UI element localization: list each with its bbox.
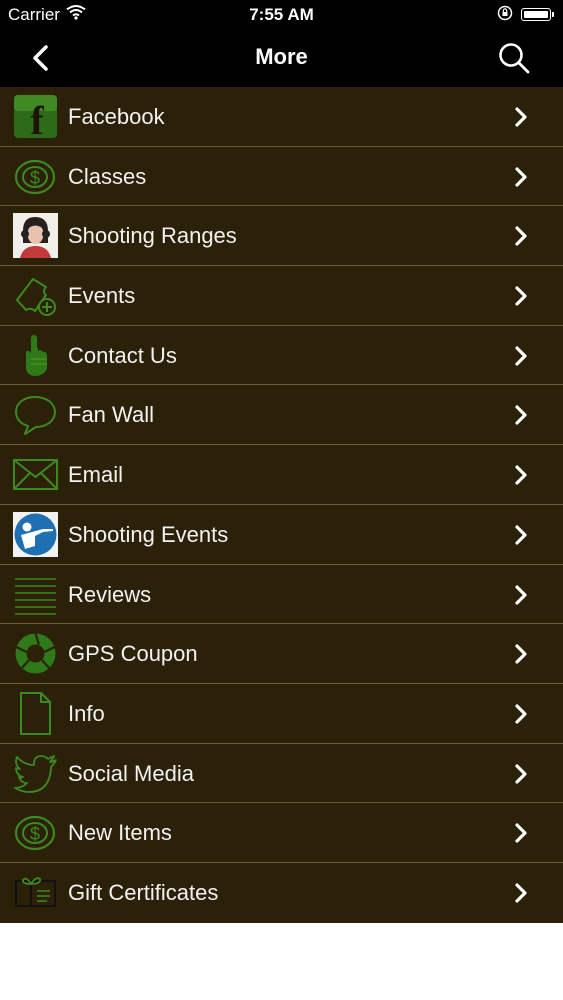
menu-item-events[interactable]: Events [0, 266, 563, 326]
svg-text:f: f [30, 98, 44, 139]
menu-item-shooting-events[interactable]: Shooting Events [0, 505, 563, 565]
chevron-right-icon [515, 226, 527, 246]
menu-item-label: New Items [68, 820, 172, 846]
menu-item-gift-certificates[interactable]: Gift Certificates [0, 863, 563, 923]
menu-item-new-items[interactable]: $ New Items [0, 803, 563, 863]
menu-item-label: GPS Coupon [68, 641, 198, 667]
menu-item-facebook[interactable]: f Facebook [0, 87, 563, 147]
chevron-right-icon [515, 465, 527, 485]
menu-item-label: Classes [68, 163, 147, 189]
menu-item-label: Social Media [68, 760, 194, 786]
document-icon [20, 691, 51, 735]
chevron-right-icon [515, 525, 527, 545]
ticket-add-icon [16, 278, 56, 317]
menu-item-classes[interactable]: $ Classes [0, 147, 563, 207]
dollar-coin-icon: $ [14, 816, 56, 851]
dollar-coin-icon: $ [14, 159, 56, 194]
chevron-right-icon [515, 763, 527, 784]
facebook-icon: f [14, 95, 57, 139]
chevron-right-icon [515, 704, 527, 724]
menu-item-contact-us[interactable]: Contact Us [0, 326, 563, 386]
menu-item-email[interactable]: Email [0, 445, 563, 505]
menu-item-reviews[interactable]: Reviews [0, 565, 563, 625]
navigation-bar: More [0, 30, 563, 87]
lines-icon [15, 577, 56, 615]
menu-item-label: Contact Us [68, 342, 177, 368]
battery-tip [552, 12, 554, 17]
menu-item-label: Facebook [68, 104, 165, 129]
search-icon[interactable] [496, 40, 532, 76]
chevron-right-icon [515, 883, 527, 903]
battery-icon [521, 8, 551, 21]
chevron-right-icon [515, 823, 527, 843]
menu-item-fan-wall[interactable]: Fan Wall [0, 385, 563, 446]
envelope-icon [13, 459, 58, 491]
person-photo-icon [13, 213, 58, 259]
status-time: 7:55 AM [249, 5, 314, 24]
chevron-right-icon [515, 107, 527, 127]
menu-item-label: Events [68, 283, 136, 309]
chevron-right-icon [515, 405, 527, 426]
pointing-hand-icon [25, 334, 47, 376]
svg-text:$: $ [30, 824, 40, 844]
aperture-icon [15, 633, 56, 674]
menu-item-label: Fan Wall [68, 402, 154, 428]
menu-item-label: Reviews [68, 581, 152, 607]
chevron-right-icon [515, 584, 527, 605]
menu-item-label: Shooting Events [68, 521, 229, 547]
menu-item-gps-coupon[interactable]: GPS Coupon [0, 624, 563, 684]
more-menu-list: f Facebook $ Classes Shooting Ranges Eve… [0, 87, 563, 923]
orientation-lock-icon [497, 5, 513, 21]
menu-item-label: Shooting Ranges [68, 223, 237, 249]
speech-bubble-icon [15, 396, 56, 436]
menu-item-label: Info [68, 700, 105, 726]
svg-text:$: $ [30, 168, 40, 188]
chevron-right-icon [515, 644, 527, 664]
menu-item-info[interactable]: Info [0, 684, 563, 744]
gift-card-icon [15, 877, 56, 907]
chevron-right-icon [515, 346, 527, 366]
status-bar: Carrier 7:55 AM [0, 0, 563, 30]
chevron-right-icon [515, 167, 527, 187]
page-title: More [255, 44, 308, 69]
bird-icon [14, 754, 57, 793]
menu-item-label: Email [68, 462, 124, 488]
menu-item-shooting-ranges[interactable]: Shooting Ranges [0, 206, 563, 267]
menu-item-label: Gift Certificates [68, 879, 219, 905]
shooter-badge-icon [13, 511, 58, 557]
chevron-right-icon [515, 286, 527, 306]
menu-item-social-media[interactable]: Social Media [0, 744, 563, 804]
